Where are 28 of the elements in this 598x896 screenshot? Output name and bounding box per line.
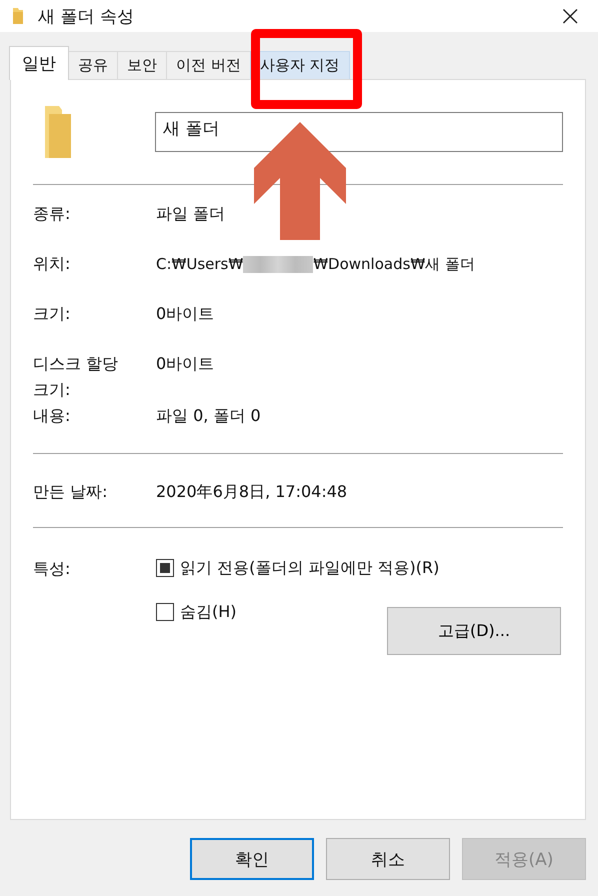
field-value: ₩Downloads₩새 폴더 [313, 254, 476, 275]
tab[interactable]: 사용자 지정 [250, 51, 350, 79]
name-field[interactable]: 새 폴더 [155, 112, 563, 152]
field-label: 크기: [33, 303, 72, 325]
checkbox-label: 숨김(H) [180, 601, 237, 623]
field-label: 내용: [33, 405, 72, 427]
field-value: 0바이트 [156, 353, 214, 375]
field-value: 파일 폴더 [156, 203, 226, 225]
field-label: 특성: [33, 558, 72, 580]
folder-icon [43, 104, 73, 160]
dialog-button[interactable]: 취소 [326, 838, 450, 880]
advanced-button[interactable]: 고급(D)... [387, 607, 561, 655]
field-value: 2020年6月8日, 17:04:48 [156, 481, 348, 503]
field-value: C:₩Users₩ [156, 254, 244, 275]
dialog-button[interactable]: 확인 [190, 838, 314, 880]
close-button[interactable]: × [550, 2, 590, 30]
window-title: 새 폴더 속성 [38, 6, 134, 28]
field-label: 디스크 할당 크기: [33, 353, 120, 401]
checkbox[interactable] [156, 559, 174, 577]
field-label: 만든 날짜: [33, 481, 108, 503]
folder-icon [12, 7, 24, 25]
checkbox-label: 읽기 전용(폴더의 파일에만 적용)(R) [180, 557, 440, 579]
field-value: 0바이트 [156, 303, 214, 325]
field-label: 종류: [33, 203, 72, 225]
field-value: 파일 0, 폴더 0 [156, 405, 261, 427]
checkbox[interactable] [156, 603, 174, 621]
tab[interactable]: 일반 [9, 46, 69, 80]
field-label: 위치: [33, 253, 72, 275]
